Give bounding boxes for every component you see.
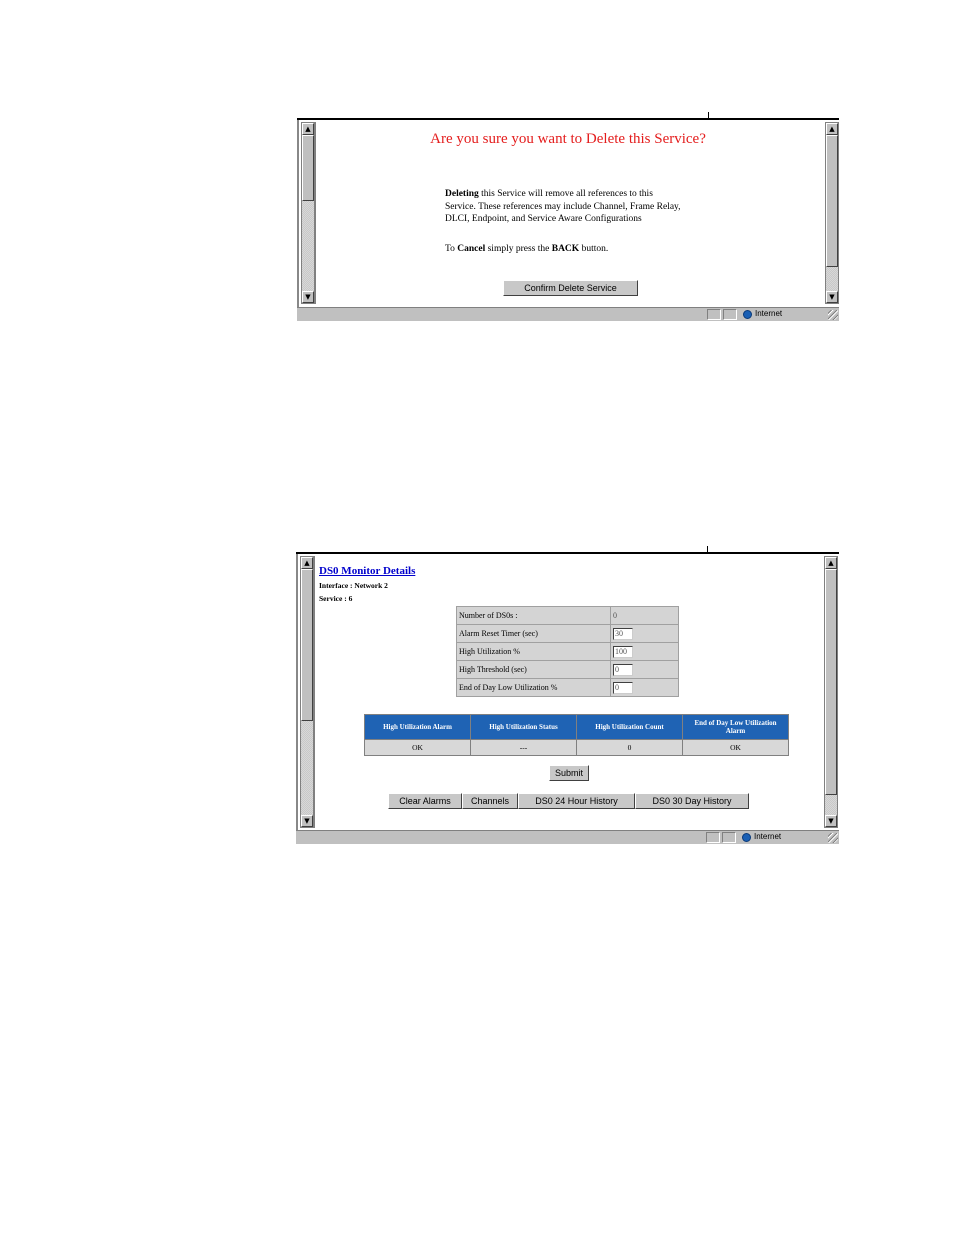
scroll-down-arrow-icon[interactable]: ▼ — [301, 815, 313, 827]
right-scrollbar[interactable]: ▲ ▼ — [824, 556, 838, 828]
delete-confirm-heading: Are you sure you want to Delete this Ser… — [430, 131, 706, 147]
field-label: High Threshold (sec) — [456, 660, 611, 679]
left-scrollbar[interactable]: ▲ ▼ — [300, 556, 314, 828]
form-row: Alarm Reset Timer (sec) 30 — [456, 624, 679, 643]
window-tick-mark — [707, 546, 708, 553]
status-cell — [707, 309, 721, 320]
page-title-link[interactable]: DS0 Monitor Details — [319, 565, 415, 577]
ds0-30-day-history-button[interactable]: DS0 30 Day History — [635, 793, 749, 809]
warning-line-3: DLCI, Endpoint, and Service Aware Config… — [445, 214, 642, 224]
window-top-border — [296, 552, 839, 554]
ds0-24-hour-history-button[interactable]: DS0 24 Hour History — [518, 793, 635, 809]
column-header: High Utilization Status — [470, 714, 577, 740]
status-cell — [706, 832, 720, 843]
table-header-row: High Utilization Alarm High Utilization … — [364, 714, 789, 740]
window-left-frame — [296, 554, 298, 830]
form-row: End of Day Low Utilization % 0 — [456, 678, 679, 697]
window-top-border — [297, 118, 839, 120]
field-label: Alarm Reset Timer (sec) — [456, 624, 611, 643]
delete-warning-text: Deleting this Service will remove all re… — [445, 188, 705, 226]
scroll-thumb[interactable] — [301, 569, 313, 721]
warning-line-1: this Service will remove all references … — [478, 189, 653, 199]
content-divider — [314, 556, 315, 828]
column-header: High Utilization Count — [576, 714, 683, 740]
warning-line-2: Service. These references may include Ch… — [445, 201, 681, 212]
high-threshold-input[interactable]: 0 — [613, 663, 633, 676]
table-cell: --- — [470, 739, 577, 756]
content-divider — [315, 122, 316, 304]
cancel-instruction-text: To Cancel simply press the BACK button. — [445, 244, 609, 254]
right-scrollbar[interactable]: ▲ ▼ — [825, 122, 839, 304]
confirm-delete-service-button[interactable]: Confirm Delete Service — [503, 280, 638, 296]
scroll-up-arrow-icon[interactable]: ▲ — [301, 557, 313, 569]
zone-label: Internet — [754, 832, 782, 841]
clear-alarms-button[interactable]: Clear Alarms — [388, 793, 462, 809]
window-tick-mark — [708, 112, 709, 119]
delete-service-window: ▲ ▼ ▲ ▼ Are you sure you want to Delete … — [297, 112, 839, 321]
channels-button[interactable]: Channels — [462, 793, 518, 809]
field-label: High Utilization % — [456, 642, 611, 661]
low-utilization-input[interactable]: 0 — [613, 681, 633, 694]
scroll-thumb[interactable] — [825, 569, 837, 795]
column-header: End of Day Low Utilization Alarm — [682, 714, 789, 740]
cancel-bold-word: Cancel — [457, 244, 486, 254]
ds0-settings-form: Number of DS0s : 0 Alarm Reset Timer (se… — [456, 606, 679, 697]
scroll-up-arrow-icon[interactable]: ▲ — [825, 557, 837, 569]
form-row: Number of DS0s : 0 — [456, 606, 679, 625]
table-cell: OK — [364, 739, 471, 756]
service-label: Service : 6 — [319, 594, 353, 603]
table-row: OK --- 0 OK — [364, 739, 789, 756]
resize-grip-icon[interactable] — [828, 833, 838, 843]
security-zone: Internet — [740, 832, 834, 843]
high-utilization-input[interactable]: 100 — [613, 645, 633, 658]
resize-grip-icon[interactable] — [828, 310, 838, 320]
deleting-bold-word: Deleting — [445, 189, 479, 199]
left-scrollbar[interactable]: ▲ ▼ — [301, 122, 315, 304]
alarm-reset-timer-input[interactable]: 30 — [613, 627, 633, 640]
table-cell: 0 — [576, 739, 683, 756]
back-bold-word: BACK — [551, 244, 580, 254]
window-left-frame — [297, 120, 299, 307]
scroll-thumb[interactable] — [826, 135, 838, 267]
submit-button[interactable]: Submit — [549, 765, 589, 781]
scroll-down-arrow-icon[interactable]: ▼ — [302, 291, 314, 303]
scroll-down-arrow-icon[interactable]: ▼ — [826, 291, 838, 303]
alarm-status-table: High Utilization Alarm High Utilization … — [364, 714, 789, 756]
table-cell: OK — [682, 739, 789, 756]
form-row: High Utilization % 100 — [456, 642, 679, 661]
zone-label: Internet — [755, 309, 783, 318]
status-bar: Internet — [296, 830, 839, 844]
status-bar: Internet — [297, 307, 839, 321]
status-cell — [722, 832, 736, 843]
field-label: Number of DS0s : — [456, 606, 611, 625]
globe-icon — [743, 310, 752, 319]
status-cell — [723, 309, 737, 320]
ds0-monitor-window: ▲ ▼ ▲ ▼ DS0 Monitor Details Interface : … — [296, 546, 839, 844]
globe-icon — [742, 833, 751, 842]
interface-label: Interface : Network 2 — [319, 581, 388, 590]
field-label: End of Day Low Utilization % — [456, 678, 611, 697]
scroll-down-arrow-icon[interactable]: ▼ — [825, 815, 837, 827]
column-header: High Utilization Alarm — [364, 714, 471, 740]
security-zone: Internet — [741, 309, 835, 320]
form-row: High Threshold (sec) 0 — [456, 660, 679, 679]
ds0-count-value: 0 — [610, 606, 679, 625]
